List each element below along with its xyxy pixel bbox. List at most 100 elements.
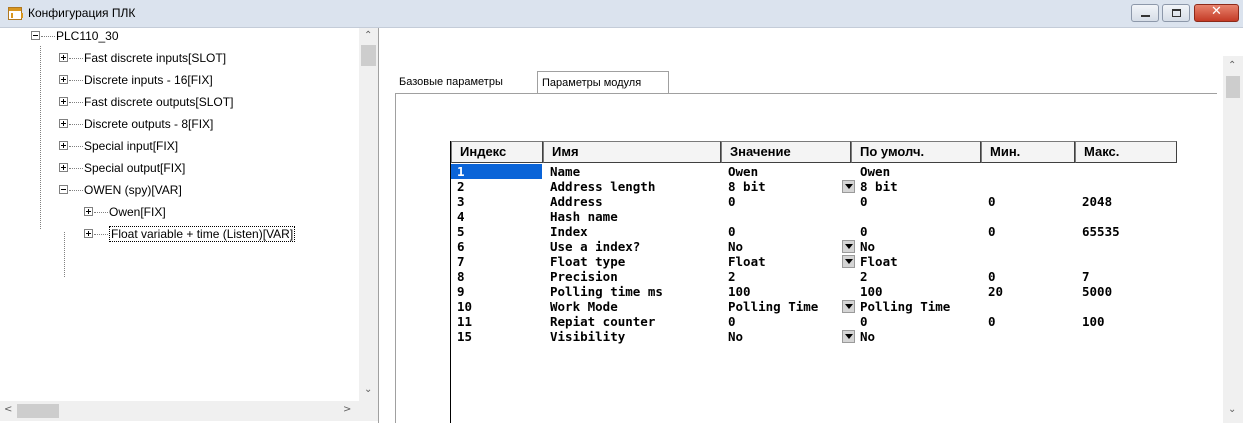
- expand-icon[interactable]: [59, 141, 68, 151]
- cell-default: 100: [860, 284, 883, 299]
- tree-vertical-scrollbar[interactable]: ⌃ ⌄: [359, 28, 378, 401]
- scrollbar-thumb[interactable]: [1226, 76, 1240, 98]
- tree-node-special-output[interactable]: Special output[FIX]: [59, 160, 185, 176]
- expand-icon[interactable]: [59, 53, 68, 63]
- cell-index: 9: [457, 284, 465, 299]
- pane-vertical-scrollbar[interactable]: ⌃ ⌄: [1223, 56, 1243, 423]
- cell-value[interactable]: 0: [728, 314, 736, 329]
- tree-node-owen-fix[interactable]: Owen[FIX]: [84, 204, 166, 220]
- tree-node-special-input[interactable]: Special input[FIX]: [59, 138, 178, 154]
- column-header-max[interactable]: Макс.: [1075, 141, 1177, 163]
- cell-value[interactable]: No: [728, 329, 743, 344]
- table-row[interactable]: 2 Address length 8 bit 8 bit: [451, 179, 1177, 194]
- tree-connector-line: [64, 232, 65, 277]
- dropdown-arrow-icon[interactable]: [842, 240, 855, 253]
- tree-node-discrete-outputs[interactable]: Discrete outputs - 8[FIX]: [59, 116, 213, 132]
- expand-icon[interactable]: [59, 119, 68, 129]
- dropdown-arrow-icon[interactable]: [842, 180, 855, 193]
- tab-base-parameters[interactable]: Базовые параметры: [395, 71, 532, 93]
- expand-icon[interactable]: [59, 163, 68, 173]
- maximize-button[interactable]: [1162, 4, 1190, 22]
- scroll-down-icon[interactable]: ⌄: [364, 384, 372, 395]
- cell-default: 0: [860, 224, 868, 239]
- dropdown-arrow-icon[interactable]: [842, 255, 855, 268]
- tab-divider: [395, 93, 1217, 94]
- scroll-corner: [359, 401, 378, 421]
- close-icon: ✕: [1211, 4, 1222, 19]
- tree-node-float-variable[interactable]: Float variable + time (Listen)[VAR]: [84, 226, 296, 242]
- table-row[interactable]: 6 Use a index? No No: [451, 239, 1177, 254]
- cell-index: 3: [457, 194, 465, 209]
- table-row[interactable]: 5 Index 0 0 0 65535: [451, 224, 1177, 239]
- cell-value[interactable]: No: [728, 239, 743, 254]
- tree-node-root[interactable]: PLC110_30: [31, 28, 119, 44]
- cell-index: 11: [457, 314, 473, 329]
- collapse-icon[interactable]: [31, 31, 40, 41]
- table-row[interactable]: 9 Polling time ms 100 100 20 5000: [451, 284, 1177, 299]
- table-row[interactable]: 8 Precision 2 2 0 7: [451, 269, 1177, 284]
- tree-node-label: Owen[FIX]: [109, 205, 166, 219]
- expand-icon[interactable]: [84, 207, 93, 217]
- table-row[interactable]: 15 Visibility No No: [451, 329, 1177, 344]
- tree-node-label: OWEN (spy)[VAR]: [84, 183, 182, 197]
- cell-name: Float type: [550, 254, 626, 269]
- tree-horizontal-scrollbar[interactable]: < >: [0, 401, 359, 421]
- cell-value[interactable]: 2: [728, 269, 736, 284]
- cell-default: Polling Time: [860, 299, 951, 314]
- table-row[interactable]: 7 Float type Float Float: [451, 254, 1177, 269]
- cell-name: Polling time ms: [550, 284, 663, 299]
- scroll-right-icon[interactable]: >: [343, 404, 351, 415]
- table-row[interactable]: 1 Name Owen Owen: [451, 164, 1177, 179]
- tree-node-fast-discrete-inputs[interactable]: Fast discrete inputs[SLOT]: [59, 50, 226, 66]
- maximize-icon: [1172, 9, 1181, 17]
- close-button[interactable]: ✕: [1194, 4, 1239, 22]
- table-row[interactable]: 11 Repiat counter 0 0 0 100: [451, 314, 1177, 329]
- tab-divider: [395, 93, 396, 423]
- tree-node-label: Special output[FIX]: [84, 161, 186, 175]
- column-header-name[interactable]: Имя: [543, 141, 721, 163]
- cell-value[interactable]: 0: [728, 224, 736, 239]
- cell-value[interactable]: Owen: [728, 164, 758, 179]
- table-row[interactable]: 4 Hash name: [451, 209, 1177, 224]
- cell-value[interactable]: 8 bit: [728, 179, 766, 194]
- cell-min: 20: [988, 284, 1004, 299]
- scroll-up-icon[interactable]: ⌃: [1228, 60, 1236, 71]
- table-row[interactable]: 3 Address 0 0 0 2048: [451, 194, 1177, 209]
- cell-default: 0: [860, 314, 868, 329]
- column-header-index[interactable]: Индекс: [451, 141, 543, 163]
- cell-min: 0: [988, 224, 996, 239]
- scrollbar-thumb[interactable]: [361, 45, 376, 66]
- row-selection-highlight: [451, 164, 542, 179]
- scroll-up-icon[interactable]: ⌃: [364, 30, 372, 41]
- minimize-button[interactable]: [1131, 4, 1159, 22]
- expand-icon[interactable]: [84, 229, 93, 239]
- scroll-down-icon[interactable]: ⌄: [1228, 404, 1236, 415]
- scrollbar-thumb[interactable]: [17, 404, 59, 418]
- config-tree: PLC110_30 Fast discrete inputs[SLOT] Dis…: [0, 28, 379, 423]
- table-row[interactable]: 10 Work Mode Polling Time Polling Time: [451, 299, 1177, 314]
- tab-module-parameters[interactable]: Параметры модуля: [537, 71, 669, 93]
- cell-name: Work Mode: [550, 299, 618, 314]
- dropdown-arrow-icon[interactable]: [842, 330, 855, 343]
- cell-max: 5000: [1082, 284, 1113, 299]
- column-header-min[interactable]: Мин.: [981, 141, 1075, 163]
- column-header-default[interactable]: По умолч.: [851, 141, 981, 163]
- dropdown-arrow-icon[interactable]: [842, 300, 855, 313]
- cell-min: 0: [988, 269, 996, 284]
- cell-value[interactable]: Float: [728, 254, 766, 269]
- expand-icon[interactable]: [59, 75, 68, 85]
- scroll-left-icon[interactable]: <: [4, 404, 12, 415]
- cell-value[interactable]: 0: [728, 194, 736, 209]
- cell-index: 1: [457, 164, 465, 179]
- cell-value[interactable]: Polling Time: [728, 299, 818, 314]
- collapse-icon[interactable]: [59, 185, 68, 195]
- tree-node-discrete-inputs[interactable]: Discrete inputs - 16[FIX]: [59, 72, 213, 88]
- tree-node-label: PLC110_30: [56, 29, 119, 43]
- tree-node-label: Float variable + time (Listen)[VAR]: [109, 226, 296, 242]
- cell-value[interactable]: 100: [728, 284, 751, 299]
- column-header-value[interactable]: Значение: [721, 141, 851, 163]
- expand-icon[interactable]: [59, 97, 68, 107]
- tree-node-owen-spy[interactable]: OWEN (spy)[VAR]: [59, 182, 182, 198]
- title-bar: Конфигурация ПЛК ✕: [0, 0, 1243, 28]
- tree-node-fast-discrete-outputs[interactable]: Fast discrete outputs[SLOT]: [59, 94, 233, 110]
